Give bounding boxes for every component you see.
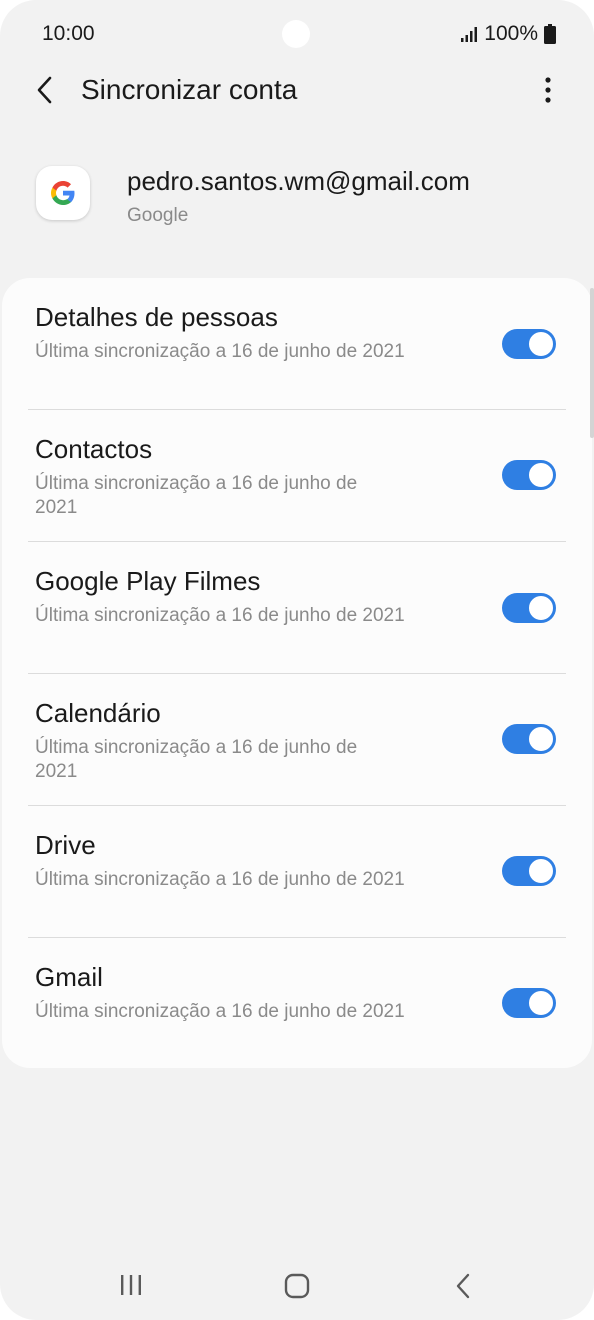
status-time: 10:00 (42, 22, 95, 45)
toggle-knob (527, 594, 555, 622)
sync-item-detalhes-de-pessoas[interactable]: Detalhes de pessoas Última sincronização… (2, 278, 592, 410)
sync-item-title: Calendário (35, 698, 161, 728)
sync-item-gmail[interactable]: Gmail Última sincronização a 16 de junho… (2, 938, 592, 1070)
front-camera (282, 20, 310, 48)
sync-item-google-play-filmes[interactable]: Google Play Filmes Última sincronização … (2, 542, 592, 674)
more-vert-icon[interactable] (536, 74, 560, 106)
account-email: pedro.santos.wm@gmail.com (127, 166, 470, 196)
scroll-indicator[interactable] (590, 288, 594, 438)
app-header: Sincronizar conta (0, 60, 594, 122)
account-provider: Google (127, 205, 189, 226)
navigation-bar (0, 1250, 594, 1320)
phone-screen: 10:00 100% Sincronizar conta pedro.santo… (0, 0, 594, 1320)
toggle-knob (527, 461, 555, 489)
sync-item-subtitle: Última sincronização a 16 de junho de 20… (35, 605, 405, 626)
sync-item-drive[interactable]: Drive Última sincronização a 16 de junho… (2, 806, 592, 938)
page-title: Sincronizar conta (81, 74, 298, 105)
battery-percentage: 100% (484, 22, 538, 45)
sync-item-title: Contactos (35, 434, 153, 464)
recents-icon[interactable] (118, 1274, 144, 1296)
account-logo (36, 166, 90, 220)
signal-icon (461, 27, 478, 42)
back-arrow-icon[interactable] (30, 72, 60, 108)
sync-item-subtitle: Última sincronização a 16 de junho de 20… (35, 1001, 405, 1022)
toggle-knob (527, 989, 555, 1017)
sync-item-title: Gmail (35, 962, 103, 992)
sync-item-subtitle: Última sincronização a 16 de junho de 20… (35, 869, 405, 890)
toggle-knob (527, 330, 555, 358)
sync-item-subtitle: Última sincronização a 16 de junho de 20… (35, 737, 358, 782)
sync-item-title: Detalhes de pessoas (35, 302, 278, 332)
status-indicators: 100% (460, 22, 556, 46)
battery-icon (544, 24, 556, 44)
sync-item-subtitle: Última sincronização a 16 de junho de 20… (35, 341, 405, 362)
toggle-knob (527, 857, 555, 885)
sync-items-card: Detalhes de pessoas Última sincronização… (2, 278, 592, 1068)
google-logo-icon (51, 181, 75, 205)
sync-item-calendario[interactable]: Calendário Última sincronização a 16 de … (2, 674, 592, 806)
sync-toggle[interactable] (502, 329, 556, 359)
sync-toggle[interactable] (502, 988, 556, 1018)
sync-toggle[interactable] (502, 724, 556, 754)
home-icon[interactable] (284, 1273, 310, 1299)
sync-toggle[interactable] (502, 593, 556, 623)
sync-item-subtitle: Última sincronização a 16 de junho de 20… (35, 473, 358, 518)
sync-item-title: Drive (35, 830, 96, 860)
sync-toggle[interactable] (502, 856, 556, 886)
toggle-knob (527, 725, 555, 753)
back-icon[interactable] (454, 1272, 472, 1300)
sync-item-contactos[interactable]: Contactos Última sincronização a 16 de j… (2, 410, 592, 542)
sync-item-title: Google Play Filmes (35, 566, 261, 596)
sync-toggle[interactable] (502, 460, 556, 490)
account-info: pedro.santos.wm@gmail.com Google (0, 150, 594, 250)
